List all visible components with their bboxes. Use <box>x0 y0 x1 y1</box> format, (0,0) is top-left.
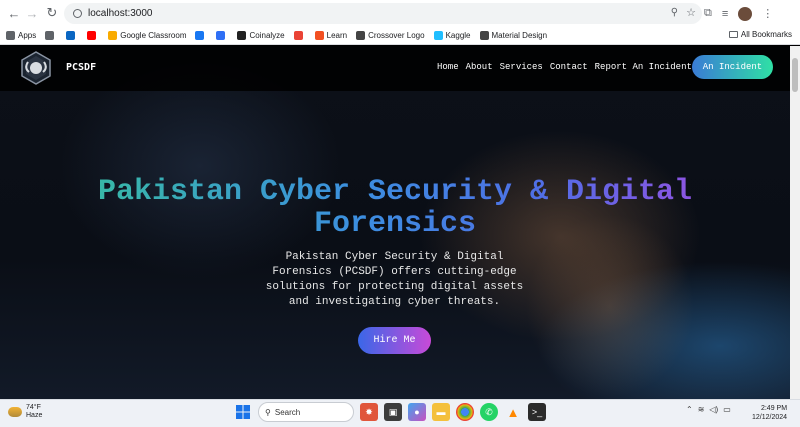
search-icon: ⚲ <box>265 407 271 417</box>
menu-icon[interactable]: ⋮ <box>762 7 773 20</box>
task-view-icon[interactable]: ▣ <box>384 403 402 421</box>
bookmark-item[interactable]: Google Classroom <box>108 31 186 40</box>
wifi-icon[interactable]: ≋ <box>698 405 705 414</box>
file-explorer-icon[interactable]: ▬ <box>432 403 450 421</box>
address-bar[interactable]: localhost:3000 ⚲ ☆ <box>64 3 702 24</box>
nav-about[interactable]: About <box>466 62 493 72</box>
apps-grid-icon <box>6 31 15 40</box>
gmail-icon <box>293 31 303 40</box>
site-info-icon[interactable] <box>73 9 82 18</box>
extensions-icon[interactable]: ⧉ <box>704 7 712 20</box>
coinalyze-icon <box>237 31 247 40</box>
vlc-icon[interactable]: ▲ <box>504 403 522 421</box>
logo-icon[interactable] <box>18 50 54 86</box>
taskbar-apps: ⚲ Search ✸ ▣ ● ▬ ✆ ▲ >_ <box>234 402 546 422</box>
bookmark-item[interactable] <box>216 31 228 40</box>
hero-description: Pakistan Cyber Security & Digital Forens… <box>265 251 524 308</box>
bookmark-label: Kaggle <box>445 31 471 40</box>
bookmark-star-icon[interactable]: ☆ <box>686 6 696 19</box>
nav-report-incident[interactable]: Report An Incident <box>595 62 692 72</box>
grid-icon <box>45 31 55 40</box>
zoom-icon[interactable]: ⚲ <box>671 7 678 18</box>
incident-button[interactable]: An Incident <box>692 55 773 79</box>
bookmark-item[interactable]: Crossover Logo <box>356 31 425 40</box>
weather-widget[interactable]: 74°F Haze <box>8 404 42 420</box>
bookmark-label: Crossover Logo <box>368 31 425 40</box>
folder-icon <box>728 31 738 38</box>
facebook-icon <box>195 31 205 40</box>
whatsapp-icon[interactable]: ✆ <box>480 403 498 421</box>
bookmarks-bar: Apps Google Classroom Coinalyze Learn Crosso… <box>0 27 800 45</box>
globe-icon <box>479 31 489 40</box>
bookmark-item[interactable]: Material Design <box>479 31 548 40</box>
nav-links: Home About Services Contact Report An In… <box>437 62 692 72</box>
bookmark-item[interactable]: Coinalyze <box>237 31 285 40</box>
bookmark-label: Learn <box>326 31 348 40</box>
reload-icon[interactable]: ↻ <box>42 3 62 23</box>
youtube-icon <box>87 31 97 40</box>
bookmark-label: Coinalyze <box>249 31 285 40</box>
bookmark-item[interactable] <box>195 31 207 40</box>
battery-icon[interactable]: ▭ <box>723 405 731 414</box>
bookmark-item[interactable]: Apps <box>6 31 36 40</box>
nav-contact[interactable]: Contact <box>550 62 588 72</box>
classroom-icon <box>108 31 118 40</box>
bookmark-item[interactable] <box>87 31 99 40</box>
scroll-thumb[interactable] <box>792 58 798 92</box>
copilot-icon[interactable]: ● <box>408 403 426 421</box>
nav-home[interactable]: Home <box>437 62 459 72</box>
hero-title: Pakistan Cyber Security & Digital Forens… <box>40 176 750 240</box>
system-tray: ⌃ ≋ ◁) ▭ <box>686 405 731 414</box>
all-bookmarks[interactable]: All Bookmarks <box>728 30 792 39</box>
bookmark-item[interactable]: Learn <box>314 31 348 40</box>
bookmark-label: Google Classroom <box>120 31 187 40</box>
weather-temp: 74°F <box>26 404 41 411</box>
chevron-up-icon[interactable]: ⌃ <box>686 405 693 414</box>
bookmark-item[interactable] <box>66 31 78 40</box>
forward-icon[interactable]: → <box>22 3 42 23</box>
back-icon[interactable]: ← <box>4 3 24 23</box>
kaggle-icon <box>433 31 443 40</box>
weather-condition: Haze <box>26 412 43 419</box>
page-scrollbar[interactable] <box>790 46 800 399</box>
bookmark-item[interactable]: Kaggle <box>433 31 471 40</box>
globe-icon <box>356 31 366 40</box>
bookmark-item[interactable] <box>45 31 57 40</box>
terminal-icon[interactable]: >_ <box>528 403 546 421</box>
linkedin-icon <box>66 31 76 40</box>
microsoft-icon <box>314 31 324 40</box>
bookmark-label: Material Design <box>491 31 548 40</box>
bookmark-label: Apps <box>18 31 37 40</box>
messenger-icon <box>216 31 226 40</box>
taskbar-search[interactable]: ⚲ Search <box>258 402 354 422</box>
widgets-icon[interactable]: ✸ <box>360 403 378 421</box>
brand-name[interactable]: PCSDF <box>66 62 96 73</box>
url-text[interactable]: localhost:3000 <box>88 8 153 19</box>
speaker-icon[interactable]: ◁) <box>709 405 718 414</box>
clock-time: 2:49 PM <box>760 405 788 412</box>
chrome-icon[interactable] <box>456 403 474 421</box>
taskbar-clock[interactable]: 2:49 PM 12/12/2024 <box>752 404 787 422</box>
nav-services[interactable]: Services <box>500 62 543 72</box>
hire-me-button[interactable]: Hire Me <box>358 327 431 354</box>
clock-date: 12/12/2024 <box>752 414 788 421</box>
weather-haze-icon <box>8 407 22 417</box>
profile-avatar[interactable] <box>738 6 753 21</box>
bookmark-item[interactable] <box>293 31 306 40</box>
windows-start-icon[interactable] <box>234 403 252 421</box>
page-viewport: PCSDF Home About Services Contact Report… <box>0 46 790 399</box>
media-icon[interactable]: ≡ <box>722 8 728 20</box>
browser-toolbar: ← → ↻ localhost:3000 ⚲ ☆ ⧉ ≡ ⋮ <box>0 0 800 27</box>
